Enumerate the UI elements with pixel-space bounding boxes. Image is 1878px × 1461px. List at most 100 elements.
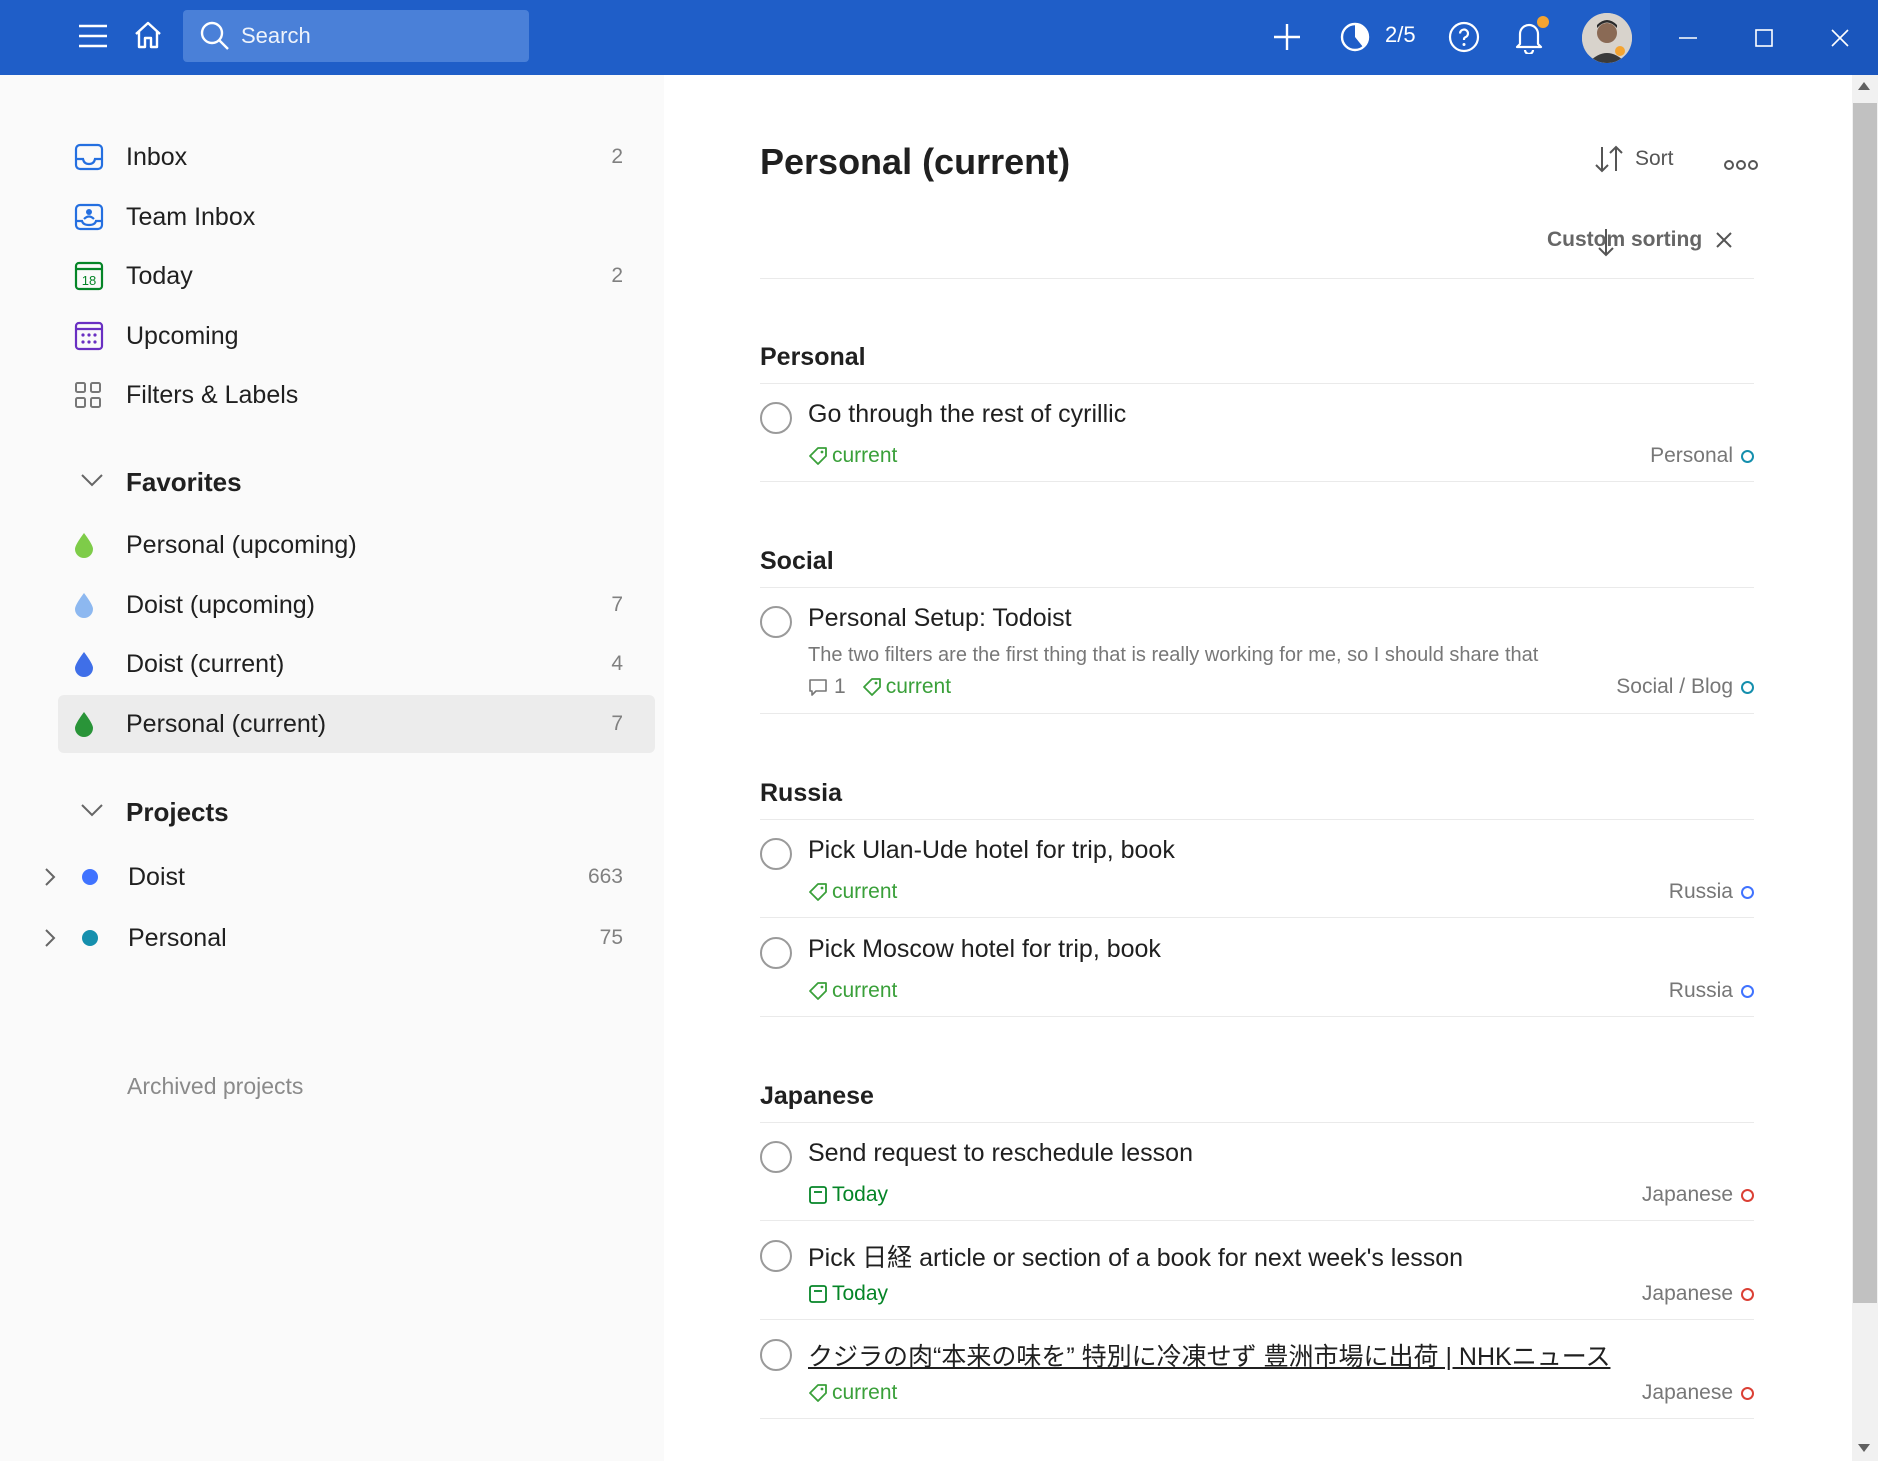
task-checkbox[interactable]	[760, 402, 792, 434]
sidebar-item-label: Today	[126, 261, 193, 290]
task-checkbox[interactable]	[760, 1240, 792, 1272]
task-label[interactable]: current	[808, 979, 897, 1003]
task-meta: current	[808, 1381, 897, 1405]
task-item[interactable]: Send request to reschedule lesson Today …	[760, 1122, 1754, 1221]
project-color-dot	[82, 869, 98, 885]
archived-projects-link[interactable]: Archived projects	[127, 1073, 303, 1100]
chevron-right-icon[interactable]	[30, 867, 70, 887]
task-item[interactable]: Pick Ulan-Ude hotel for trip, book curre…	[760, 819, 1754, 918]
task-project[interactable]: Russia	[1669, 979, 1754, 1003]
task-meta: Today	[808, 1183, 888, 1207]
search-bar[interactable]	[183, 10, 529, 62]
project-circle-icon	[1741, 1287, 1754, 1301]
search-input[interactable]	[241, 23, 501, 49]
sidebar-item-label: Personal (current)	[126, 709, 327, 738]
inbox-icon	[58, 143, 110, 171]
sidebar-item-team-inbox[interactable]: Team Inbox	[58, 188, 655, 246]
minimize-icon[interactable]	[1650, 0, 1726, 75]
avatar[interactable]	[1582, 13, 1632, 63]
task-title[interactable]: Pick Ulan-Ude hotel for trip, book	[808, 836, 1175, 865]
projects-header[interactable]: Projects	[58, 783, 655, 841]
task-project[interactable]: Russia	[1669, 880, 1754, 904]
sidebar-item-project-doist[interactable]: Doist 663	[30, 848, 655, 906]
task-project[interactable]: Japanese	[1642, 1282, 1754, 1306]
sidebar-item-filters-labels[interactable]: Filters & Labels	[58, 366, 655, 424]
sidebar-item-personal-upcoming[interactable]: Personal (upcoming)	[58, 516, 655, 574]
menu-icon[interactable]	[72, 15, 114, 57]
task-label[interactable]: current	[808, 880, 897, 904]
task-title[interactable]: Pick Moscow hotel for trip, book	[808, 935, 1161, 964]
task-description: The two filters are the first thing that…	[808, 644, 1539, 666]
task-checkbox[interactable]	[760, 1141, 792, 1173]
scroll-down-arrow-icon[interactable]	[1858, 1444, 1870, 1452]
help-icon[interactable]	[1443, 16, 1485, 58]
task-label[interactable]: current	[862, 675, 951, 699]
task-due-date[interactable]: Today	[808, 1183, 888, 1207]
task-title[interactable]: Send request to reschedule lesson	[808, 1139, 1193, 1168]
sidebar-item-upcoming[interactable]: Upcoming	[58, 307, 655, 365]
task-item[interactable]: Go through the rest of cyrillic current …	[760, 383, 1754, 482]
karma-progress[interactable]: 2/5	[1385, 22, 1416, 48]
task-project[interactable]: Japanese	[1642, 1183, 1754, 1207]
task-checkbox[interactable]	[760, 1339, 792, 1371]
calendar-upcoming-icon	[58, 321, 110, 351]
sidebar-item-count: 2	[611, 264, 623, 287]
page-title: Personal (current)	[760, 141, 1071, 182]
close-icon[interactable]	[1802, 0, 1878, 75]
sidebar-item-doist-upcoming[interactable]: Doist (upcoming) 7	[58, 576, 655, 634]
sort-button[interactable]: Sort	[1593, 143, 1674, 175]
tag-icon	[809, 1384, 827, 1402]
chevron-down-icon	[58, 472, 110, 493]
task-checkbox[interactable]	[760, 838, 792, 870]
comment-icon	[809, 679, 827, 696]
top-bar: 2/5	[0, 0, 1878, 75]
task-title[interactable]: Pick 日経 article or section of a book for…	[808, 1238, 1463, 1274]
task-label[interactable]: current	[808, 444, 897, 468]
project-color-dot	[82, 930, 98, 946]
task-checkbox[interactable]	[760, 937, 792, 969]
chevron-right-icon[interactable]	[30, 928, 70, 948]
task-due-date[interactable]: Today	[808, 1282, 888, 1306]
maximize-icon[interactable]	[1726, 0, 1802, 75]
add-task-icon[interactable]	[1266, 16, 1308, 58]
task-title[interactable]: Personal Setup: Todoist	[808, 604, 1072, 633]
task-title-link[interactable]: クジラの肉“本来の味を” 特別に冷凍せず 豊洲市場に出荷 | NHKニュース	[808, 1337, 1610, 1373]
task-label[interactable]: current	[808, 1381, 897, 1405]
project-circle-icon	[1741, 885, 1754, 899]
sidebar-item-today[interactable]: 18 Today 2	[58, 247, 655, 305]
calendar-today-icon: 18	[58, 261, 110, 291]
task-item[interactable]: Personal Setup: Todoist The two filters …	[760, 587, 1754, 714]
sidebar-item-project-personal[interactable]: Personal 75	[30, 909, 655, 967]
section-title: Social	[760, 547, 834, 575]
projects-title: Projects	[126, 796, 229, 827]
filters-grid-icon	[58, 381, 110, 409]
sidebar-item-count: 4	[611, 652, 623, 675]
scroll-up-arrow-icon[interactable]	[1858, 82, 1870, 90]
task-project[interactable]: Personal	[1650, 444, 1754, 468]
project-circle-icon	[1741, 984, 1754, 998]
favorites-header[interactable]: Favorites	[58, 453, 655, 511]
task-item[interactable]: クジラの肉“本来の味を” 特別に冷凍せず 豊洲市場に出荷 | NHKニュース c…	[760, 1320, 1754, 1419]
task-title[interactable]: Go through the rest of cyrillic	[808, 400, 1126, 429]
sidebar-item-count: 2	[611, 145, 623, 168]
sidebar-item-inbox[interactable]: Inbox 2	[58, 128, 655, 186]
home-icon[interactable]	[127, 14, 169, 56]
tag-icon	[809, 447, 827, 465]
more-options-icon[interactable]	[1716, 145, 1766, 185]
drop-icon	[58, 592, 110, 618]
task-checkbox[interactable]	[760, 606, 792, 638]
task-item[interactable]: Pick Moscow hotel for trip, book current…	[760, 918, 1754, 1017]
sidebar-item-label: Personal (upcoming)	[126, 530, 357, 559]
sidebar-item-label: Team Inbox	[126, 202, 256, 231]
scrollbar-thumb[interactable]	[1853, 103, 1877, 1303]
project-circle-icon	[1741, 1386, 1754, 1400]
task-project[interactable]: Social / Blog	[1616, 675, 1754, 699]
close-sort-icon[interactable]	[1714, 230, 1734, 255]
task-comments[interactable]: 1	[808, 675, 846, 699]
task-meta: current	[808, 444, 897, 468]
sidebar-item-personal-current[interactable]: Personal (current) 7	[58, 695, 655, 753]
task-project[interactable]: Japanese	[1642, 1381, 1754, 1405]
task-item[interactable]: Pick 日経 article or section of a book for…	[760, 1221, 1754, 1320]
productivity-icon[interactable]	[1334, 16, 1376, 58]
sidebar-item-doist-current[interactable]: Doist (current) 4	[58, 635, 655, 693]
